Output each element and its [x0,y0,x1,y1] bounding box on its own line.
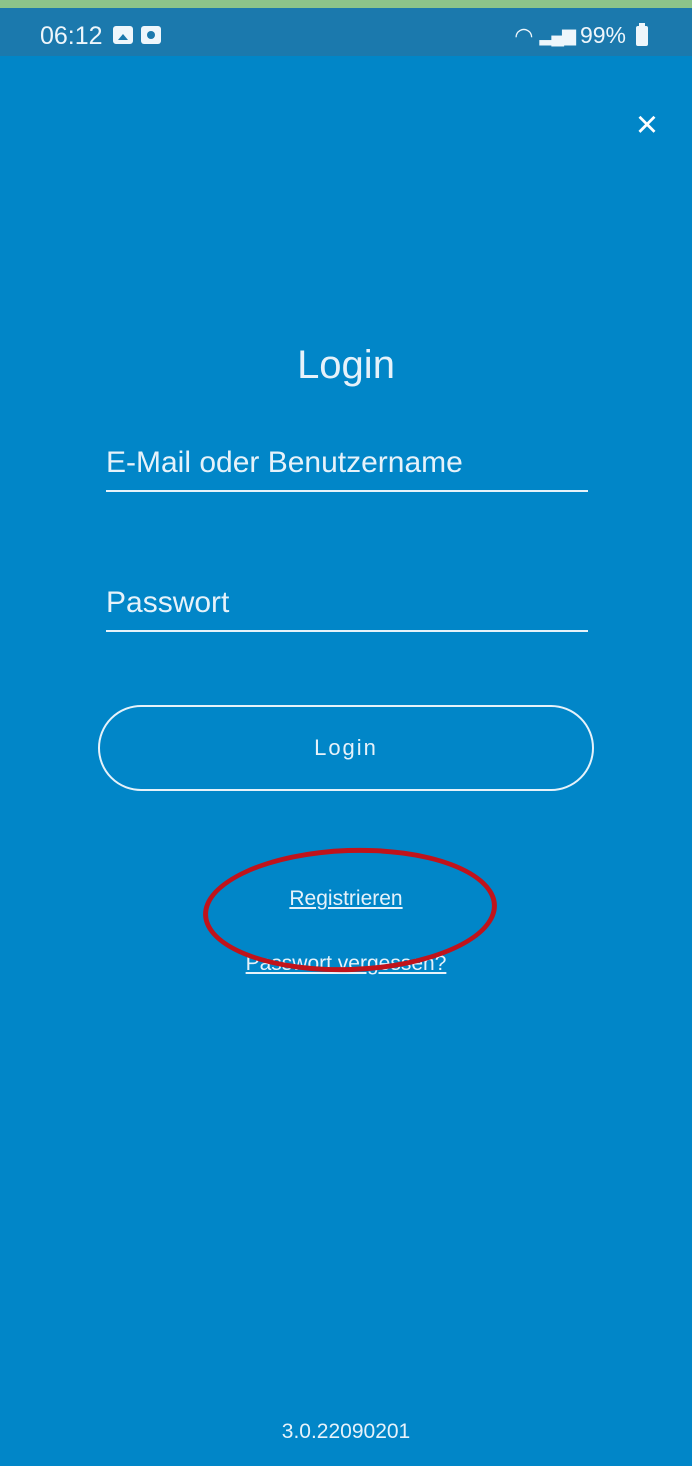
close-icon: × [635,103,659,146]
login-button[interactable]: Login [98,705,594,791]
signal-icon: ▂▄▆ [539,25,576,45]
status-time: 06:12 [40,22,103,50]
password-field[interactable] [106,586,588,626]
close-button[interactable]: × [622,100,672,150]
page-title: Login [297,342,395,387]
status-right-group: ◠ ▂▄▆ 99% [514,22,648,49]
screen-record-icon [141,26,161,44]
photo-icon [113,26,133,44]
battery-icon [636,22,648,46]
status-bar: 06:12 ◠ ▂▄▆ 99% [0,8,692,56]
email-field-container [106,446,588,492]
top-accent-strip [0,0,692,8]
battery-percentage: 99% [579,22,626,48]
app-version: 3.0.22090201 [281,1420,411,1443]
wifi-icon: ◠ [514,22,534,48]
password-field-container [106,586,588,632]
forgot-password-link[interactable]: Passwort vergessen? [0,952,692,976]
email-field[interactable] [106,446,588,486]
register-link[interactable]: Registrieren [0,887,692,911]
